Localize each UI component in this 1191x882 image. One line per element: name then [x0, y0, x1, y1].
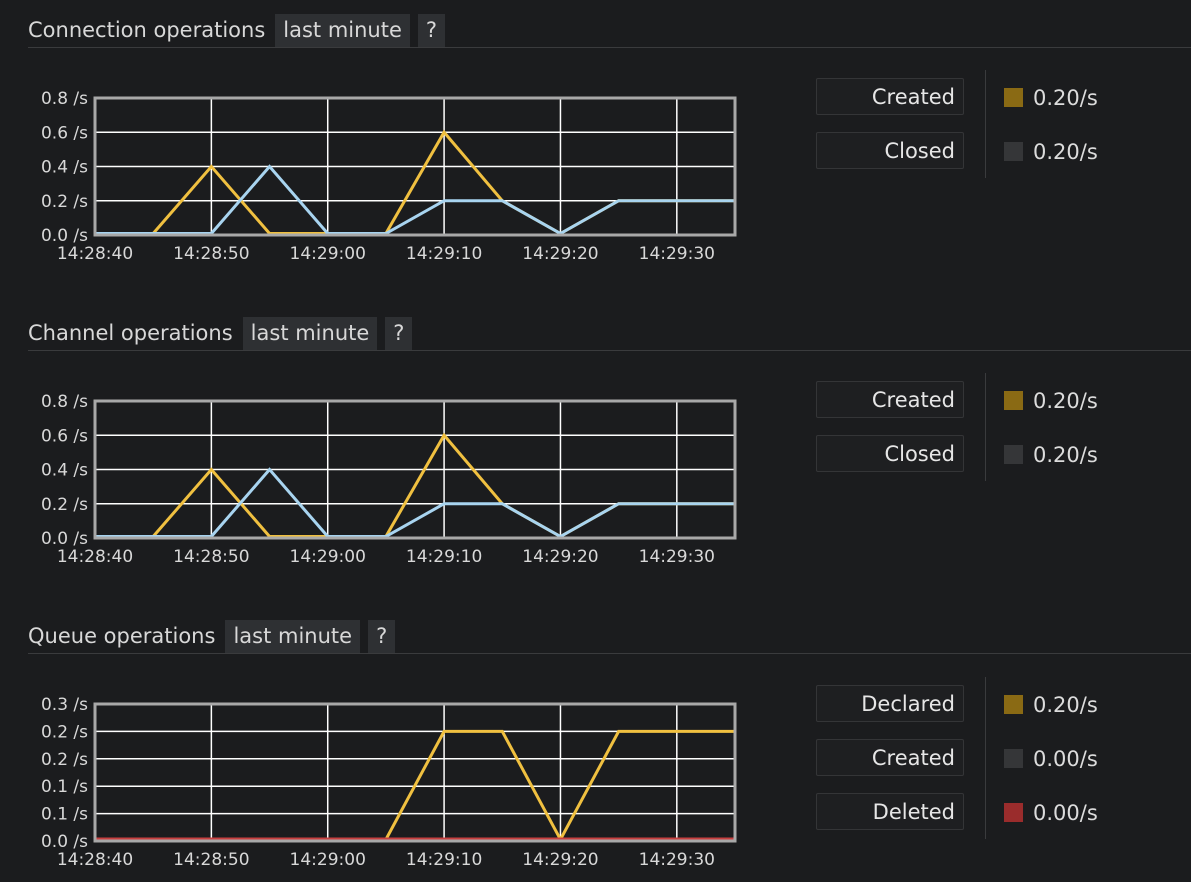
x-tick-label: 14:28:50 — [173, 244, 249, 264]
x-tick-label: 14:29:00 — [290, 547, 366, 567]
series-rate-value: 0.20/s — [1033, 693, 1098, 717]
x-tick-label: 14:29:00 — [290, 850, 366, 870]
section-title: Channel operations — [28, 321, 233, 345]
legend-item: Closed 0.20/s — [816, 132, 1116, 186]
y-tick-label: 0.4 /s — [41, 461, 88, 481]
series-rate-value: 0.20/s — [1033, 389, 1098, 413]
section-title: Queue operations — [28, 624, 216, 648]
y-tick-label: 0.6 /s — [41, 123, 88, 143]
chart-legend: Created 0.20/s Closed 0.20/s — [816, 373, 1116, 489]
series-rate-value: 0.20/s — [1033, 443, 1098, 467]
y-tick-label: 0.0 /s — [41, 529, 88, 549]
x-tick-label: 14:29:00 — [290, 244, 366, 264]
series-toggle-button[interactable]: Deleted — [816, 793, 964, 830]
section-header: Connection operations last minute ? — [28, 13, 1191, 48]
y-tick-label: 0.3 /s — [41, 695, 88, 715]
x-tick-label: 14:28:40 — [57, 547, 133, 567]
plot-frame — [93, 702, 737, 843]
section-title: Connection operations — [28, 18, 266, 42]
x-tick-label: 14:29:10 — [406, 850, 482, 870]
x-tick-label: 14:28:50 — [173, 850, 249, 870]
x-tick-label: 14:29:30 — [639, 244, 715, 264]
time-range-selector[interactable]: last minute — [275, 13, 410, 47]
legend-item: Declared 0.20/s — [816, 677, 1116, 839]
series-color-swatch — [1004, 803, 1023, 822]
y-tick-label: 0.2 /s — [41, 192, 88, 212]
y-tick-label: 0.8 /s — [41, 392, 88, 412]
y-tick-label: 0.2 /s — [41, 495, 88, 515]
series-toggle-button[interactable]: Declared — [816, 685, 964, 722]
y-tick-label: 0.1 /s — [41, 777, 88, 797]
legend-item: Created 0.00/s — [816, 739, 1116, 793]
x-tick-label: 14:29:30 — [639, 850, 715, 870]
y-tick-label: 0.4 /s — [41, 158, 88, 178]
x-tick-label: 14:28:40 — [57, 850, 133, 870]
series-toggle-button[interactable]: Created — [816, 739, 964, 776]
legend-item: Created 0.20/s — [816, 70, 1116, 178]
series-color-swatch — [1004, 749, 1023, 768]
legend-item: Closed 0.20/s — [816, 435, 1116, 489]
series-rate-value: 0.00/s — [1033, 801, 1098, 825]
y-tick-label: 0.2 /s — [41, 722, 88, 742]
section-header: Channel operations last minute ? — [28, 316, 1191, 351]
x-tick-label: 14:28:40 — [57, 244, 133, 264]
series-toggle-button[interactable]: Created — [816, 78, 964, 115]
x-tick-label: 14:29:20 — [522, 850, 598, 870]
y-tick-label: 0.6 /s — [41, 426, 88, 446]
time-range-selector[interactable]: last minute — [225, 619, 361, 653]
x-tick-label: 14:29:20 — [522, 244, 598, 264]
y-tick-label: 0.0 /s — [41, 226, 88, 246]
series-toggle-button[interactable]: Closed — [816, 435, 964, 472]
y-tick-label: 0.1 /s — [41, 805, 88, 825]
help-button[interactable]: ? — [368, 619, 396, 653]
series-rate-value: 0.00/s — [1033, 747, 1098, 771]
series-rate-value: 0.20/s — [1033, 86, 1098, 110]
help-button[interactable]: ? — [385, 316, 413, 350]
time-range-selector[interactable]: last minute — [242, 316, 378, 350]
section-header: Queue operations last minute ? — [28, 619, 1191, 654]
y-tick-label: 0.2 /s — [41, 750, 88, 770]
legend-item: Deleted 0.00/s — [816, 793, 1116, 847]
connection-operations-chart: 14:28:40 14:28:50 14:29:00 14:29:10 14:29:20… — [41, 89, 737, 264]
chart-legend: Created 0.20/s Closed 0.20/s — [816, 70, 1116, 186]
channel-operations-chart: 14:28:40 14:28:50 14:29:00 14:29:10 14:29:20… — [41, 392, 737, 567]
x-tick-label: 14:28:50 — [173, 547, 249, 567]
x-tick-label: 14:29:20 — [522, 547, 598, 567]
series-color-swatch — [1004, 695, 1023, 714]
queue-operations-chart: 14:28:40 14:28:50 14:29:00 14:29:10 14:29:20… — [41, 695, 737, 870]
series-color-swatch — [1004, 88, 1023, 107]
series-color-swatch — [1004, 391, 1023, 410]
x-tick-label: 14:29:10 — [406, 547, 482, 567]
series-color-swatch — [1004, 445, 1023, 464]
y-tick-label: 0.8 /s — [41, 89, 88, 109]
series-toggle-button[interactable]: Created — [816, 381, 964, 418]
series-color-swatch — [1004, 142, 1023, 161]
y-tick-label: 0.0 /s — [41, 832, 88, 852]
legend-item: Created 0.20/s — [816, 373, 1116, 481]
series-toggle-button[interactable]: Closed — [816, 132, 964, 169]
series-rate-value: 0.20/s — [1033, 140, 1098, 164]
x-tick-label: 14:29:30 — [639, 547, 715, 567]
chart-legend: Declared 0.20/s Created 0.00/s Deleted 0… — [816, 677, 1116, 847]
help-button[interactable]: ? — [417, 13, 446, 47]
x-tick-label: 14:29:10 — [406, 244, 482, 264]
